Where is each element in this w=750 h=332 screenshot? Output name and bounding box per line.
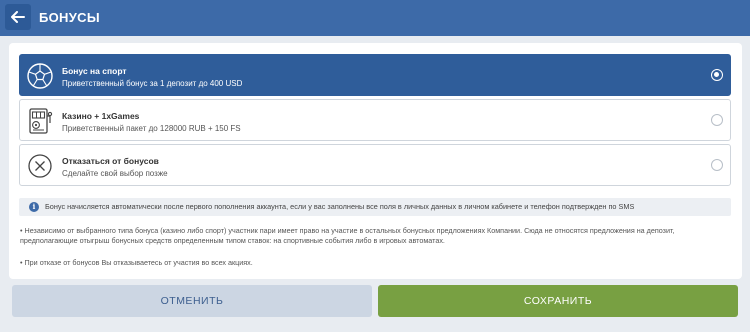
option-title: Отказаться от бонусов	[62, 156, 159, 166]
radio-sport[interactable]	[711, 69, 723, 81]
soccer-ball-icon	[24, 60, 55, 91]
option-subtitle: Сделайте свой выбор позже	[62, 169, 168, 178]
option-title: Бонус на спорт	[62, 66, 127, 76]
bonus-option-sport[interactable]: Бонус на спорт Приветственный бонус за 1…	[19, 54, 731, 96]
save-button[interactable]: СОХРАНИТЬ	[378, 285, 738, 317]
casino-slot-icon	[24, 105, 55, 136]
option-title: Казино + 1xGames	[62, 111, 140, 121]
cross-circle-icon	[24, 150, 55, 181]
header-bar: БОНУСЫ	[0, 0, 750, 36]
bonus-option-casino[interactable]: Казино + 1xGames Приветственный пакет до…	[19, 99, 731, 141]
page-title: БОНУСЫ	[39, 10, 100, 25]
note-item: • При отказе от бонусов Вы отказываетесь…	[20, 258, 253, 267]
info-box: i Бонус начисляется автоматически после …	[19, 198, 731, 216]
info-icon: i	[29, 202, 39, 212]
note-item: • Независимо от выбранного типа бонуса (…	[20, 226, 675, 245]
radio-decline[interactable]	[711, 159, 723, 171]
bonus-panel: Бонус на спорт Приветственный бонус за 1…	[9, 43, 742, 279]
back-button[interactable]	[5, 4, 31, 30]
arrow-left-icon	[11, 11, 25, 23]
option-subtitle: Приветственный бонус за 1 депозит до 400…	[62, 79, 243, 88]
info-text: Бонус начисляется автоматически после пе…	[45, 202, 635, 211]
option-subtitle: Приветственный пакет до 128000 RUB + 150…	[62, 124, 241, 133]
cancel-button[interactable]: ОТМЕНИТЬ	[12, 285, 372, 317]
radio-casino[interactable]	[711, 114, 723, 126]
bonus-option-decline[interactable]: Отказаться от бонусов Сделайте свой выбо…	[19, 144, 731, 186]
